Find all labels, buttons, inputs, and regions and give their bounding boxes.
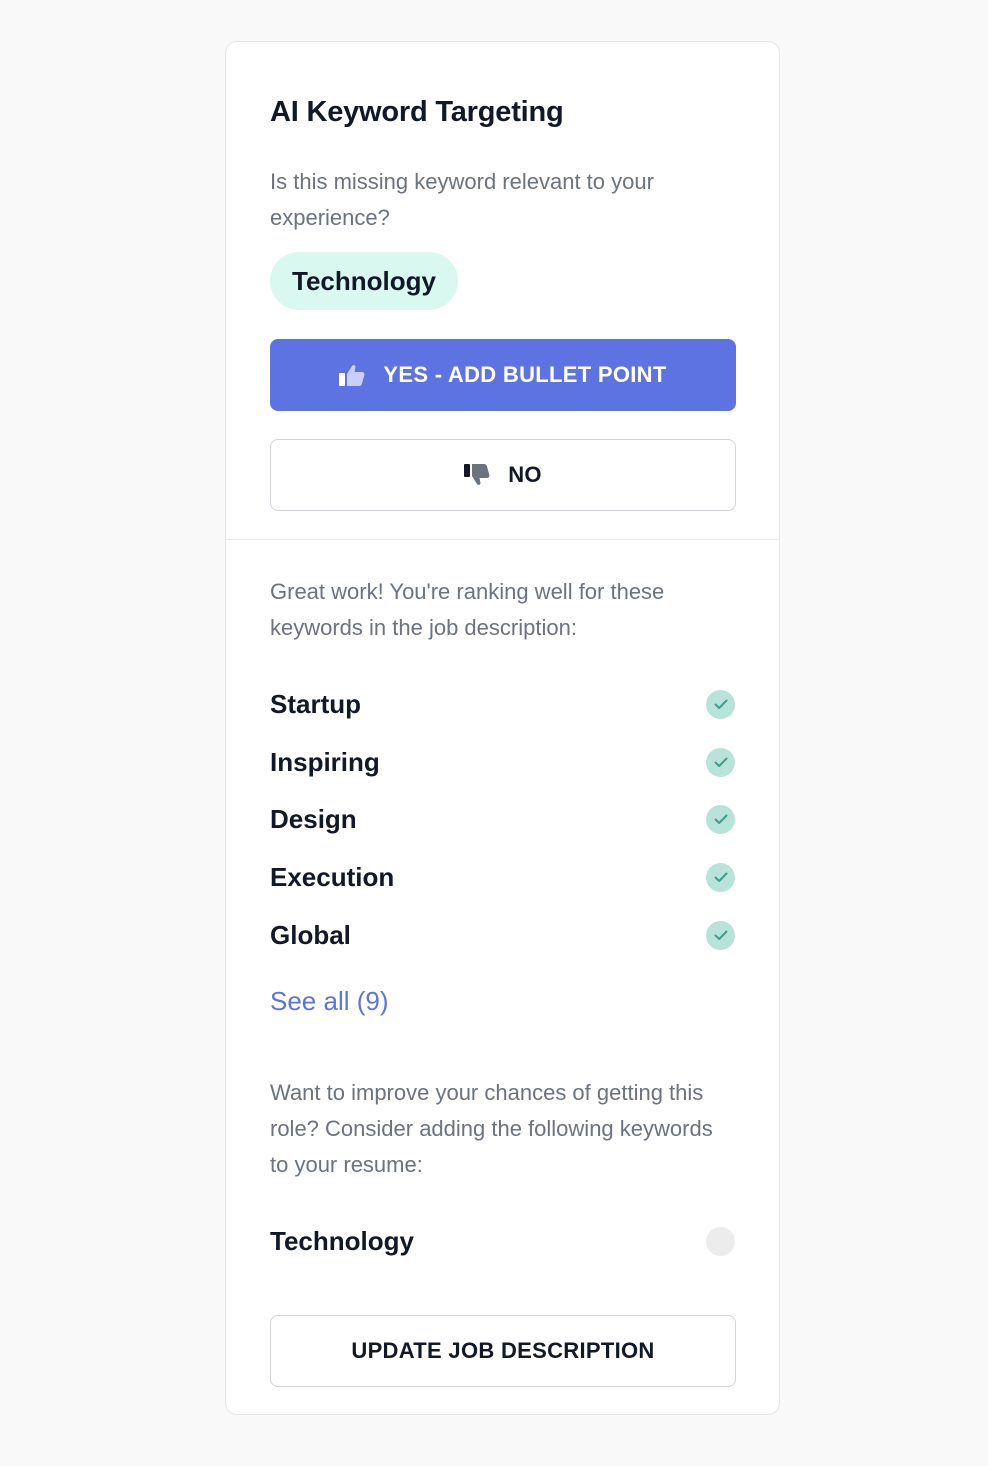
- relevance-question: Is this missing keyword relevant to your…: [270, 169, 654, 230]
- list-item: Global: [270, 906, 735, 964]
- check-icon: [706, 805, 735, 835]
- ranking-message: Great work! You're ranking well for thes…: [270, 579, 665, 640]
- list-item: Inspiring: [270, 734, 735, 792]
- yes-add-bullet-point-button[interactable]: YES - ADD BULLET POINT: [270, 339, 736, 411]
- list-item: Startup: [270, 676, 735, 734]
- see-all-link[interactable]: See all (9): [270, 986, 389, 1017]
- no-button-label: NO: [508, 462, 542, 487]
- keyword-targeting-card: AI Keyword Targeting Is this missing key…: [225, 41, 780, 1415]
- check-icon: [706, 747, 735, 777]
- suggested-keyword-chip: Technology: [270, 252, 458, 310]
- yes-button-label: YES - ADD BULLET POINT: [383, 362, 667, 387]
- keyword-label: Global: [270, 919, 351, 950]
- check-icon: [706, 920, 735, 950]
- thumbs-down-icon: [464, 464, 490, 486]
- keyword-ranking-section: Great work! You're ranking well for thes…: [226, 540, 779, 1387]
- missing-keywords-list: Technology: [270, 1213, 735, 1271]
- panel-title: AI Keyword Targeting: [270, 96, 564, 128]
- unchecked-status-icon: [706, 1227, 735, 1257]
- update-job-description-button[interactable]: UPDATE JOB DESCRIPTION: [270, 1314, 736, 1387]
- list-item: Technology: [270, 1213, 735, 1271]
- matched-keywords-list: Startup Inspiring Design Execution Globa…: [270, 676, 735, 964]
- keyword-label: Startup: [270, 689, 361, 720]
- keyword-label: Inspiring: [270, 746, 380, 777]
- update-button-label: UPDATE JOB DESCRIPTION: [351, 1337, 655, 1363]
- keyword-question-section: AI Keyword Targeting Is this missing key…: [226, 42, 779, 540]
- keyword-label: Design: [270, 804, 357, 835]
- improve-message: Want to improve your chances of getting …: [270, 1079, 713, 1177]
- check-icon: [706, 863, 735, 893]
- list-item: Execution: [270, 849, 735, 907]
- thumbs-up-icon: [339, 364, 365, 386]
- no-button[interactable]: NO: [270, 439, 736, 511]
- list-item: Design: [270, 791, 735, 849]
- check-icon: [706, 690, 735, 720]
- keyword-label: Execution: [270, 862, 395, 893]
- keyword-label: Technology: [270, 1226, 414, 1257]
